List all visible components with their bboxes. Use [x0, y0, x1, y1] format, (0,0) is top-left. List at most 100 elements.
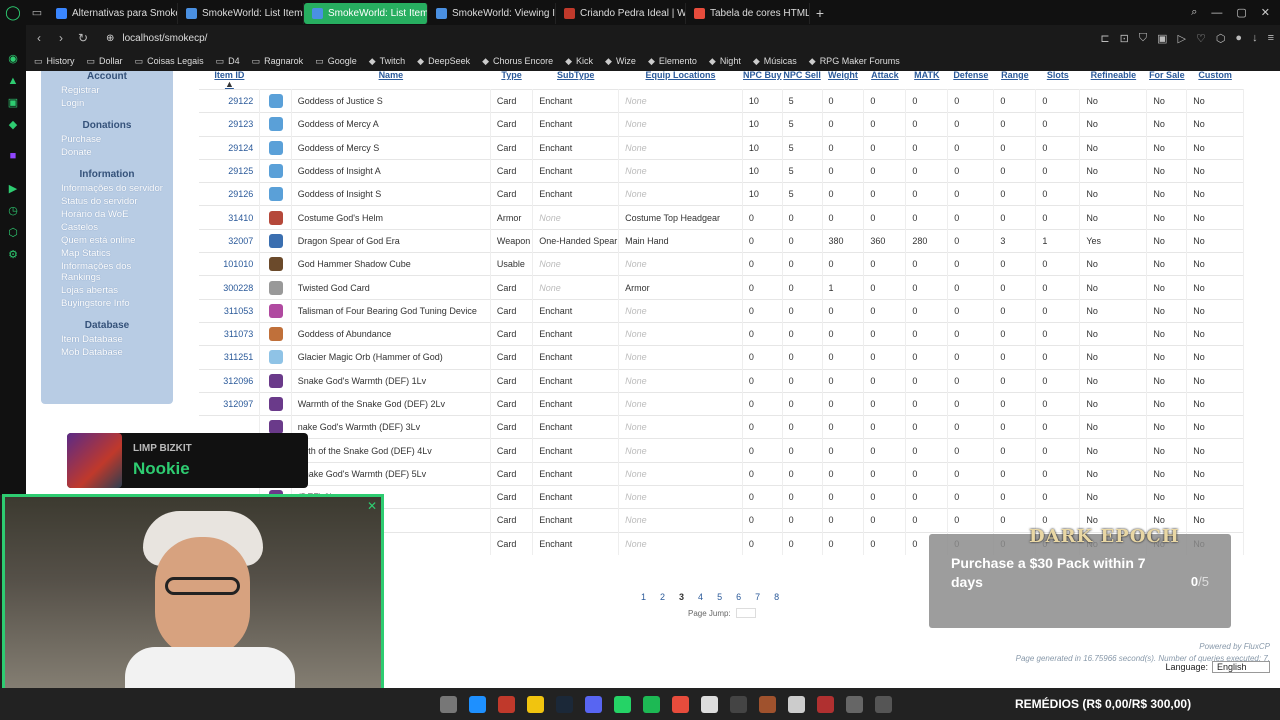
table-row[interactable]: 101010 God Hammer Shadow Cube Usable None No…: [199, 252, 1244, 276]
store-icon[interactable]: [469, 695, 486, 713]
bookmark-item[interactable]: ◆ DeepSeek: [417, 56, 470, 67]
page-link[interactable]: 2: [660, 592, 665, 602]
item-id-link[interactable]: 29124: [199, 135, 261, 160]
wallet-icon[interactable]: ▣: [7, 97, 19, 109]
bookmark-icon[interactable]: ⊏: [1100, 32, 1109, 45]
page-link[interactable]: 7: [755, 592, 760, 602]
cell-name[interactable]: Goddess of Mercy A: [291, 112, 491, 137]
profile-icon[interactable]: ●: [1235, 32, 1242, 44]
cell-name[interactable]: Snake God's Warmth (DEF) 1Lv: [291, 368, 491, 393]
download-icon[interactable]: ↓: [1252, 32, 1258, 44]
sidebar-link[interactable]: Purchase: [41, 133, 173, 146]
sidebar-link[interactable]: Registrar: [41, 84, 173, 97]
cell-name[interactable]: Goddess of Insight S: [291, 182, 491, 206]
whatsapp-icon[interactable]: ◉: [7, 53, 19, 65]
table-row[interactable]: 29126 Goddess of Insight S Card Enchant None…: [199, 182, 1244, 206]
item-id-link[interactable]: 29122: [199, 88, 261, 113]
column-header[interactable]: Type: [490, 71, 532, 90]
app4-icon[interactable]: [846, 695, 863, 713]
column-header[interactable]: Refineable: [1080, 71, 1147, 90]
page-link[interactable]: 3: [679, 592, 684, 602]
discord-icon[interactable]: [585, 695, 602, 713]
sidebar-link[interactable]: Informações dos Rankings: [41, 260, 173, 284]
column-header[interactable]: Equip Locations: [619, 71, 743, 90]
table-row[interactable]: 312096 Snake God's Warmth (DEF) 1Lv Card En…: [199, 368, 1244, 393]
cell-name[interactable]: Dragon Spear of God Era: [291, 228, 491, 253]
cell-name[interactable]: rmth of the Snake God (DEF) 4Lv: [291, 438, 491, 463]
game2-icon[interactable]: [759, 695, 776, 713]
item-id-link[interactable]: 29123: [199, 112, 261, 137]
cell-name[interactable]: Warmth of the Snake God (DEF) 2Lv: [291, 391, 491, 416]
column-header[interactable]: Defense: [948, 71, 994, 90]
bookmark-item[interactable]: ▭ Coisas Legais: [135, 56, 204, 67]
cell-name[interactable]: Goddess of Abundance: [291, 321, 491, 346]
webcam-close-icon[interactable]: ✕: [367, 499, 377, 513]
search-icon[interactable]: ⌕: [1191, 6, 1197, 19]
cell-name[interactable]: God Hammer Shadow Cube: [291, 252, 491, 276]
bookmark-item[interactable]: ▭ Dollar: [87, 56, 123, 67]
sidebar-link[interactable]: Quem está online: [41, 234, 173, 247]
maximize-icon[interactable]: ▢: [1236, 6, 1246, 19]
table-row[interactable]: 312097 Warmth of the Snake God (DEF) 2Lv C…: [199, 391, 1244, 416]
browser-tab[interactable]: SmokeWorld: Viewing Iten: [428, 2, 556, 24]
table-row[interactable]: 31410 Costume God's Helm Armor None Costume …: [199, 205, 1244, 230]
shield-icon[interactable]: ⛉: [1139, 32, 1147, 45]
table-row[interactable]: 311053 Talisman of Four Bearing God Tunin…: [199, 298, 1244, 323]
column-header[interactable]: Name: [291, 71, 490, 90]
cell-name[interactable]: nake God's Warmth (DEF) 3Lv: [291, 415, 491, 439]
browser-logo-icon[interactable]: ◯: [0, 0, 26, 25]
language-select[interactable]: English: [1212, 661, 1270, 673]
page-link[interactable]: 5: [717, 592, 722, 602]
browser-tab[interactable]: Alternativas para Smoke C: [48, 2, 178, 24]
browser-tab[interactable]: SmokeWorld: List Items✕: [304, 2, 428, 24]
bookmark-item[interactable]: ▭ Ragnarok: [252, 56, 304, 67]
settings-icon[interactable]: ⚙: [7, 249, 19, 261]
item-id-link[interactable]: 101010: [199, 252, 261, 276]
browser-tab[interactable]: SmokeWorld: List Items: [178, 2, 304, 24]
cell-name[interactable]: Twisted God Card: [291, 275, 491, 300]
sidebar-link[interactable]: Mob Database: [41, 346, 173, 359]
messenger-icon[interactable]: ◆: [7, 119, 19, 131]
bookmark-item[interactable]: ◆ Chorus Encore: [482, 56, 553, 67]
browser-tab[interactable]: Tabela de cores HTML: ap: [686, 2, 810, 24]
cell-name[interactable]: Goddess of Justice S: [291, 88, 491, 113]
menu-icon[interactable]: ≡: [1268, 32, 1274, 44]
column-header[interactable]: MATK: [906, 71, 948, 90]
sidebar-link[interactable]: Map Statics: [41, 247, 173, 260]
sidebar-link[interactable]: Informações do servidor: [41, 182, 173, 195]
item-id-link[interactable]: 31410: [199, 205, 261, 230]
url-field[interactable]: ⊕ localhost/smokecp/: [106, 33, 207, 44]
play-icon[interactable]: ▷: [1177, 32, 1185, 45]
table-row[interactable]: 311073 Goddess of Abundance Card Enchant Non…: [199, 321, 1244, 346]
bookmark-item[interactable]: ◆ Elemento: [648, 56, 697, 67]
column-header[interactable]: For Sale: [1147, 71, 1187, 90]
page-link[interactable]: 8: [774, 592, 779, 602]
cell-name[interactable]: Costume God's Helm: [291, 205, 491, 230]
column-header[interactable]: Attack: [864, 71, 906, 90]
page-link[interactable]: 6: [736, 592, 741, 602]
item-id-link[interactable]: 312097: [199, 391, 261, 416]
column-header[interactable]: SubType: [533, 71, 619, 90]
table-row[interactable]: nake God's Warmth (DEF) 3Lv Card Enchant No…: [199, 415, 1244, 439]
extensions-icon[interactable]: ⬡: [1216, 32, 1226, 45]
app-icon[interactable]: [498, 695, 515, 713]
minimize-icon[interactable]: —: [1211, 7, 1222, 19]
bookmark-item[interactable]: ◆ RPG Maker Forums: [809, 56, 900, 67]
column-header[interactable]: Slots: [1036, 71, 1080, 90]
terminal-icon[interactable]: [875, 695, 892, 713]
bookmark-item[interactable]: ▭ History: [34, 56, 75, 67]
sidebar-link[interactable]: Horário da WoE: [41, 208, 173, 221]
close-icon[interactable]: ✕: [1261, 6, 1270, 19]
back-icon[interactable]: ‹: [30, 31, 48, 45]
extensions-icon[interactable]: ⬡: [7, 227, 19, 239]
spotify-icon[interactable]: [643, 695, 660, 713]
page-jump-input[interactable]: [735, 608, 756, 618]
bookmark-item[interactable]: ◆ Night: [709, 56, 741, 67]
bookmark-item[interactable]: ◆ Kick: [565, 56, 593, 67]
column-header[interactable]: NPC Buy: [742, 71, 782, 90]
sidebar-link[interactable]: Castelos: [41, 221, 173, 234]
table-row[interactable]: 300228 Twisted God Card Card None Armor 0 0 1 0 0…: [199, 275, 1244, 300]
column-header[interactable]: Custom: [1187, 71, 1244, 90]
settings-icon[interactable]: [701, 695, 718, 713]
browser-icon[interactable]: [672, 695, 689, 713]
